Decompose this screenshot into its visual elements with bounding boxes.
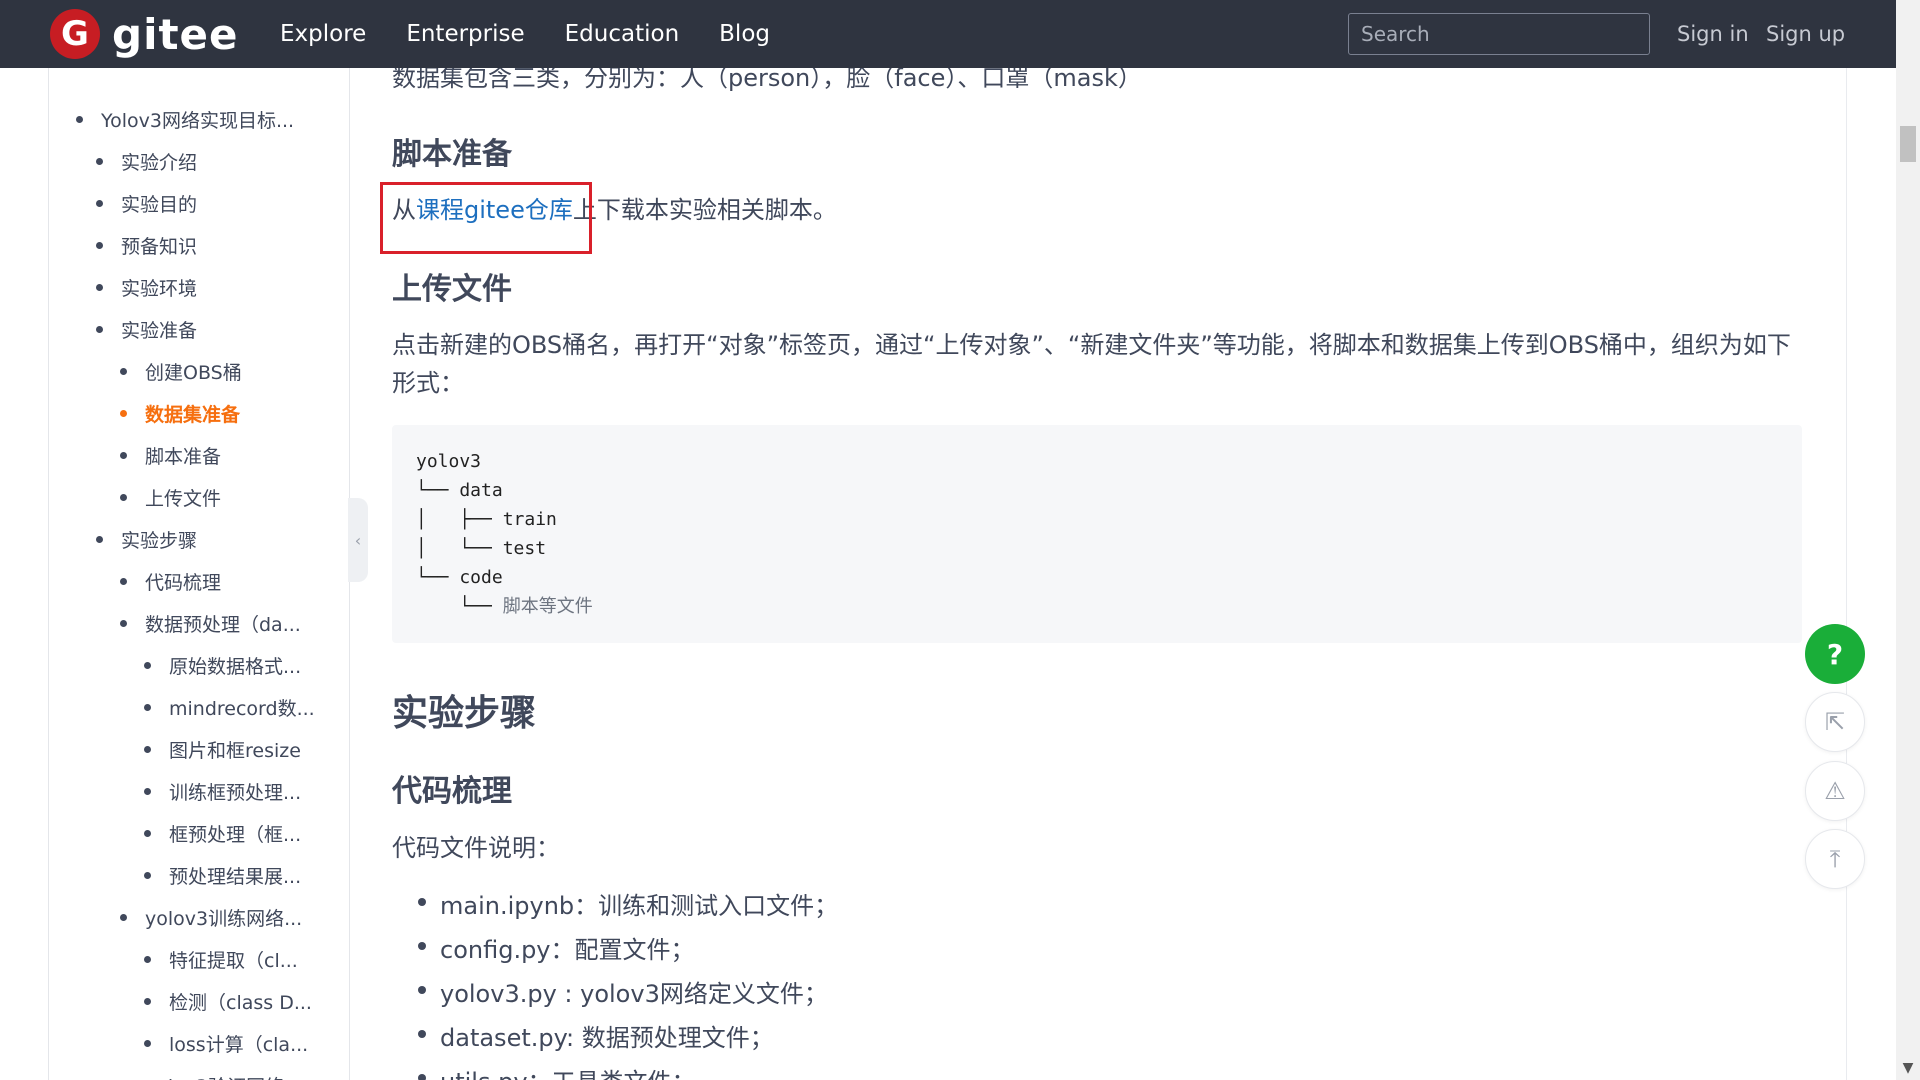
- toc-item[interactable]: loss计算（cla...: [143, 1030, 308, 1057]
- toc-item[interactable]: 特征提取（cl...: [144, 946, 298, 973]
- toc-item[interactable]: 实验步骤: [95, 526, 197, 553]
- toc-item[interactable]: 框预处理（框...: [143, 820, 301, 847]
- heading-experiment-steps: 实验步骤: [392, 693, 537, 734]
- content-right-border: [1846, 68, 1847, 1080]
- script-para-suffix: 上下载本实验相关脚本。: [572, 196, 837, 224]
- toc-item[interactable]: 数据预处理（da...: [120, 610, 301, 637]
- toc-sidebar: Yolov3网络实现目标... 实验介绍实验目的预备知识实验环境实验准备创建OBS…: [48, 68, 350, 1080]
- article-content: 数据集包含三类，分别为：人（person），脸（face）、口罩（mask） 脚…: [392, 68, 1802, 1080]
- toc-item[interactable]: 实验目的: [95, 190, 197, 217]
- page-scrollbar[interactable]: ▼: [1896, 0, 1920, 1080]
- help-icon: ?: [1826, 637, 1844, 671]
- share-icon: ⇱: [1824, 708, 1846, 736]
- toc-item[interactable]: 预处理结果展...: [143, 862, 301, 889]
- code-lines: yolov3 └── data │ ├── train │ └── test └…: [416, 451, 557, 588]
- toc-item[interactable]: 检测（class D...: [144, 988, 312, 1015]
- upload-paragraph: 点击新建的OBS桶名，再打开“对象”标签页，通过“上传对象”、“新建文件夹”等功…: [392, 331, 1791, 397]
- toc-item[interactable]: 脚本准备: [119, 442, 221, 469]
- main-nav: Explore Enterprise Education Blog: [280, 0, 810, 68]
- code-file-item: config.py：配置文件；: [418, 930, 695, 965]
- toc-item[interactable]: mindrecord数...: [144, 694, 315, 721]
- nav-enterprise[interactable]: Enterprise: [406, 21, 524, 47]
- toc-item[interactable]: 创建OBS桶: [120, 358, 242, 385]
- toc-item[interactable]: 实验环境: [95, 274, 197, 301]
- back-to-top-button[interactable]: ⤒: [1805, 829, 1865, 889]
- toc-item[interactable]: 训练框预处理...: [143, 778, 301, 805]
- code-line: └── data: [416, 480, 503, 501]
- dataset-description-text: 数据集包含三类，分别为：人（person），脸（face）、口罩（mask）: [392, 68, 1142, 92]
- nav-blog[interactable]: Blog: [719, 21, 770, 47]
- code-file-item: yolov3.py : yolov3网络定义文件；: [418, 974, 828, 1009]
- scrollbar-thumb[interactable]: [1900, 126, 1916, 162]
- help-button[interactable]: ?: [1805, 624, 1865, 684]
- sign-in-link[interactable]: Sign in: [1677, 0, 1749, 68]
- code-line: └── code: [416, 567, 503, 588]
- toc-item[interactable]: 图片和框resize: [144, 736, 301, 763]
- code-files-intro: 代码文件说明：: [392, 834, 560, 862]
- heading-code-overview: 代码梳理: [392, 774, 512, 809]
- toc-item[interactable]: Yolov3网络实现目标...: [75, 106, 294, 133]
- toc-item[interactable]: yolov3训练网络...: [119, 904, 302, 931]
- chevron-left-icon: ‹: [354, 530, 362, 550]
- gitee-logo-icon: G: [50, 9, 100, 59]
- toc-item[interactable]: 实验介绍: [95, 148, 197, 175]
- share-button[interactable]: ⇱: [1805, 692, 1865, 752]
- code-file-item: main.ipynb：训练和测试入口文件；: [417, 886, 838, 921]
- search-input[interactable]: [1348, 13, 1650, 55]
- toc-item[interactable]: 原始数据格式...: [143, 652, 301, 679]
- sign-up-link[interactable]: Sign up: [1766, 0, 1845, 68]
- toc-item[interactable]: 代码梳理: [119, 568, 221, 595]
- annotation-highlight-box: [380, 182, 592, 254]
- warning-icon: ⚠: [1824, 777, 1846, 805]
- directory-tree-codeblock: yolov3 └── data │ ├── train │ └── test └…: [392, 425, 1802, 643]
- collapse-sidebar-handle[interactable]: ‹: [348, 498, 368, 582]
- code-last-prefix: └──: [416, 596, 503, 617]
- toc-item[interactable]: 实验准备: [95, 316, 197, 343]
- toc-item[interactable]: 预备知识: [95, 232, 197, 259]
- report-button[interactable]: ⚠: [1805, 761, 1865, 821]
- code-line: │ ├── train: [416, 509, 557, 530]
- heading-upload-files: 上传文件: [392, 272, 512, 307]
- code-comment: 脚本等文件: [502, 596, 593, 617]
- heading-script-prep: 脚本准备: [392, 137, 512, 172]
- toc-item-active[interactable]: 数据集准备: [119, 400, 240, 427]
- gitee-logo[interactable]: G gitee: [50, 8, 239, 60]
- back-to-top-icon: ⤒: [1829, 845, 1841, 873]
- toc-item[interactable]: 上传文件: [119, 484, 221, 511]
- top-nav-bar: G gitee Explore Enterprise Education Blo…: [0, 0, 1896, 68]
- toc-item[interactable]: yolov3验证网络...: [145, 1072, 302, 1080]
- code-line: yolov3: [416, 451, 482, 472]
- nav-education[interactable]: Education: [565, 21, 680, 47]
- code-line: │ └── test: [416, 538, 547, 559]
- code-file-item: utils.py：工具类文件；: [418, 1062, 696, 1080]
- code-text: yolov3 └── data │ ├── train │ └── test └…: [416, 447, 593, 621]
- nav-explore[interactable]: Explore: [280, 21, 366, 47]
- code-file-item: dataset.py: 数据预处理文件；: [418, 1018, 774, 1053]
- scroll-down-arrow-icon[interactable]: ▼: [1896, 1056, 1920, 1080]
- gitee-logo-text: gitee: [112, 9, 239, 59]
